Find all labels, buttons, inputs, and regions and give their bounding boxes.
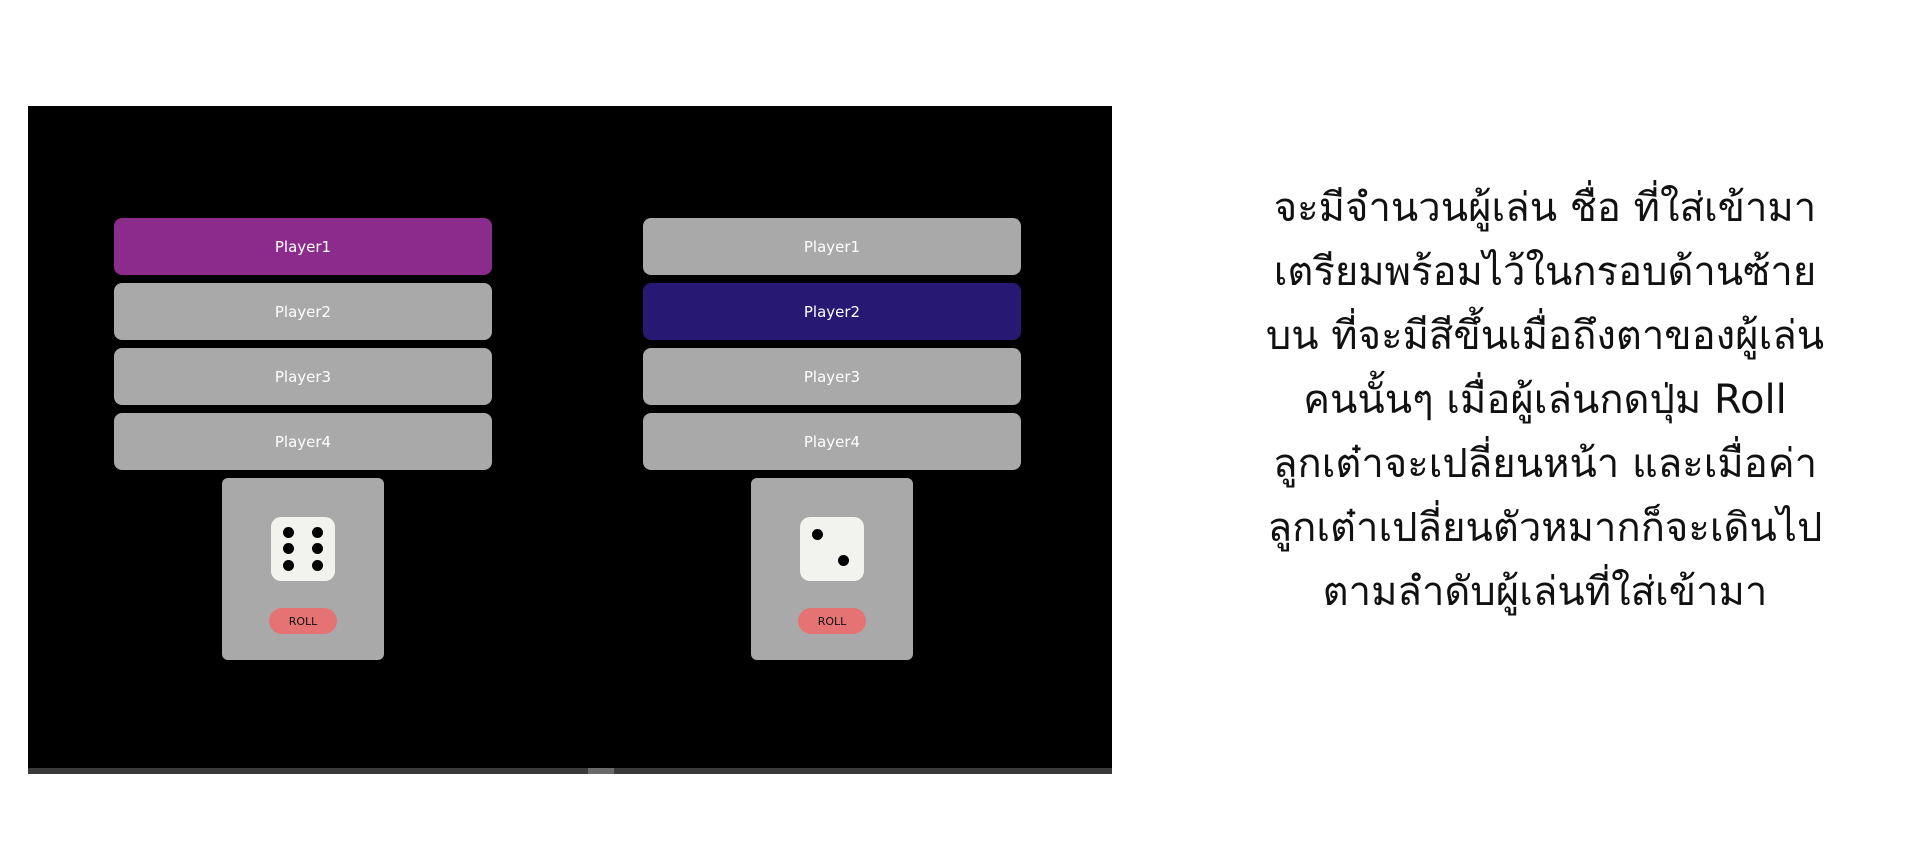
player-row-2: Player2 xyxy=(114,283,492,340)
player-row-3: Player3 xyxy=(643,348,1021,405)
die-pip xyxy=(312,560,323,571)
player-row-1: Player1 xyxy=(114,218,492,275)
die-face-six-icon xyxy=(271,517,335,581)
description-line-3: บน ที่จะมีสีขึ้นเมื่อถึงตาของผู้เล่น xyxy=(1265,313,1825,359)
description-line-2: เตรียมพร้อมไว้ในกรอบด้านซ้าย xyxy=(1273,249,1817,295)
game-screen-2: Player1 Player2 Player3 Player4 ROLL xyxy=(643,218,1021,660)
player-row-4: Player4 xyxy=(114,413,492,470)
dice-card: ROLL xyxy=(751,478,913,660)
die-pip xyxy=(812,529,823,540)
description-line-7: ตามลำดับผู้เล่นที่ใส่เข้ามา xyxy=(1322,569,1768,615)
description-line-1: จะมีจำนวนผู้เล่น ชื่อ ที่ใส่เข้ามา xyxy=(1273,185,1817,231)
die-pip xyxy=(283,527,294,538)
die-face-two-icon xyxy=(800,517,864,581)
die-pip xyxy=(283,560,294,571)
player-row-3: Player3 xyxy=(114,348,492,405)
die-pip xyxy=(283,543,294,554)
die-pip xyxy=(312,543,323,554)
description-text: จะมีจำนวนผู้เล่น ชื่อ ที่ใส่เข้ามา เตรีย… xyxy=(1230,176,1860,624)
player-row-1: Player1 xyxy=(643,218,1021,275)
game-preview-stage: Player1 Player2 Player3 Player4 ROLL Pla… xyxy=(28,106,1112,774)
die-pip xyxy=(312,527,323,538)
dice-card: ROLL xyxy=(222,478,384,660)
description-line-5: ลูกเต๋าจะเปลี่ยนหน้า และเมื่อค่า xyxy=(1272,441,1818,487)
roll-button[interactable]: ROLL xyxy=(269,608,337,634)
roll-button[interactable]: ROLL xyxy=(798,608,866,634)
stage-scroll-handle xyxy=(588,768,614,774)
player-row-2: Player2 xyxy=(643,283,1021,340)
die-pip xyxy=(838,555,849,566)
description-line-4: คนนั้นๆ เมื่อผู้เล่นกดปุ่ม Roll xyxy=(1303,377,1787,423)
description-line-6: ลูกเต๋าเปลี่ยนตัวหมากก็จะเดินไป xyxy=(1267,505,1823,551)
player-row-4: Player4 xyxy=(643,413,1021,470)
game-screen-1: Player1 Player2 Player3 Player4 ROLL xyxy=(114,218,492,660)
